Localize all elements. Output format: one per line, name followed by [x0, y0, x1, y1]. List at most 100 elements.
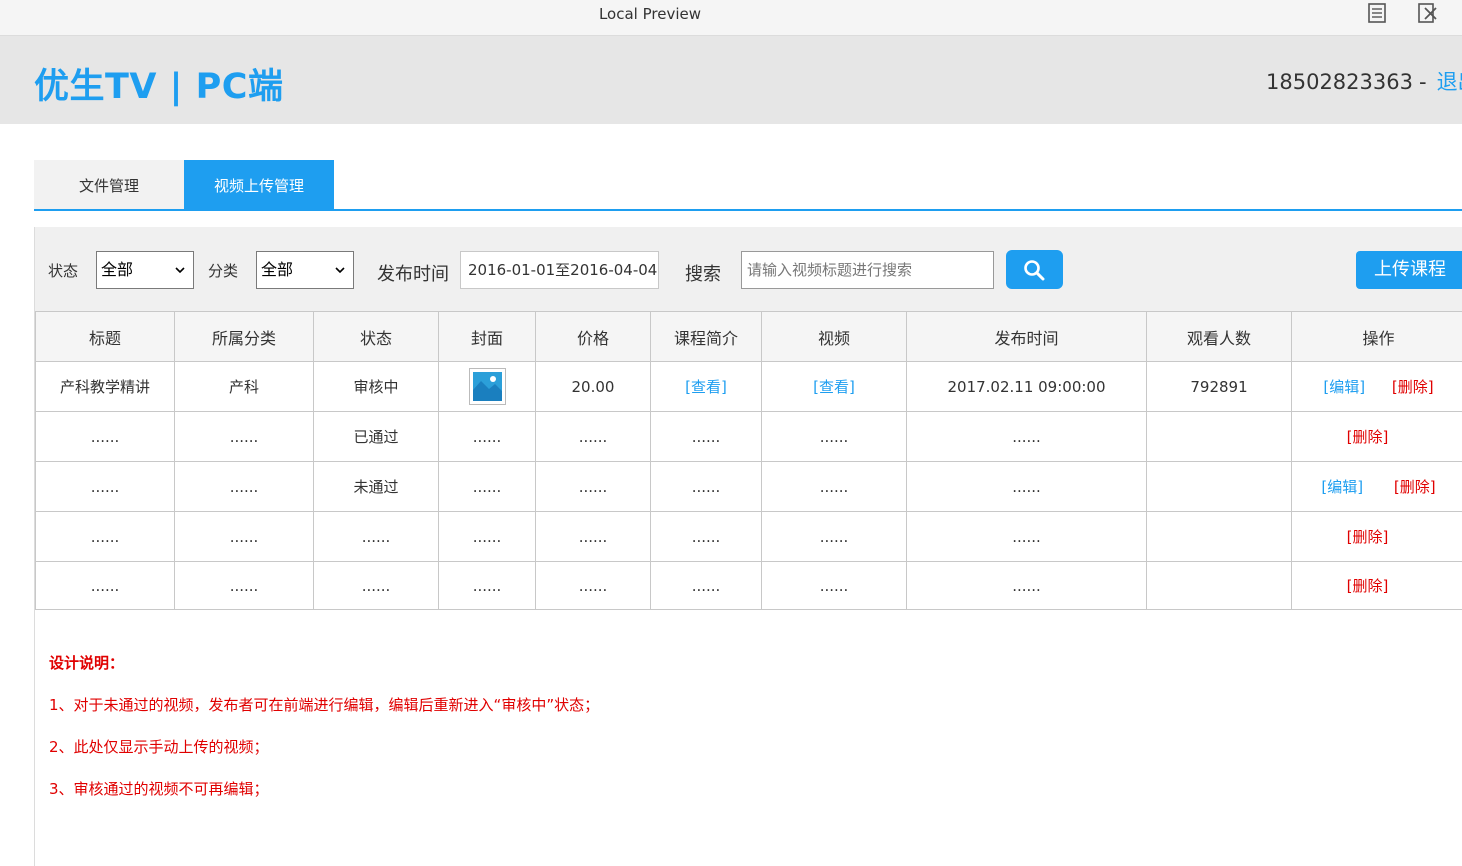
view-intro-link[interactable]: [查看]: [685, 378, 727, 396]
table-row: ...... ...... ...... ...... ...... .....…: [35, 561, 1462, 610]
tab-bar: 文件管理 视频上传管理: [34, 160, 1462, 211]
edit-link[interactable]: [编辑]: [1323, 378, 1365, 396]
delete-link[interactable]: [删除]: [1394, 478, 1436, 496]
cell-video: ......: [761, 561, 907, 610]
cell-intro: ......: [650, 561, 762, 610]
document-icon[interactable]: [1366, 3, 1388, 23]
table-row: 产科教学精讲 产科 审核中 20.00 [查看] [查看] 2017.02.11…: [35, 361, 1462, 412]
status-select-value: 全部: [101, 260, 134, 279]
cell-status: ......: [313, 561, 439, 610]
category-filter-label: 分类: [208, 262, 239, 280]
cell-operations: [删除]: [1291, 511, 1462, 562]
video-table: 标题 所属分类 状态 封面 价格 课程简介 视频 发布时间 观看人数 操作 产科…: [35, 311, 1462, 610]
cell-price: ......: [535, 411, 651, 462]
image-icon[interactable]: [468, 368, 506, 405]
user-separator: -: [1418, 70, 1427, 94]
cell-video: [查看]: [761, 361, 907, 412]
search-icon: [1024, 260, 1045, 281]
table-row: ...... ...... ...... ...... ...... .....…: [35, 511, 1462, 562]
column-header: 价格: [535, 311, 651, 362]
cell-views: 792891: [1146, 361, 1292, 412]
cell-category: ......: [174, 461, 314, 512]
cell-views: [1146, 461, 1292, 512]
app-header: 优生TV | PC端 18502823363-退出: [0, 36, 1462, 124]
cell-status: 未通过: [313, 461, 439, 512]
cell-video: ......: [761, 411, 907, 462]
column-header: 封面: [438, 311, 536, 362]
cell-price: ......: [535, 561, 651, 610]
cell-price: 20.00: [535, 361, 651, 412]
cell-cover: ......: [438, 561, 536, 610]
status-select[interactable]: 全部: [96, 251, 194, 289]
cell-views: [1146, 511, 1292, 562]
filter-bar: 状态 全部 分类 全部 发布时间 2016-01-01至2016-04-04 搜…: [35, 227, 1462, 311]
search-input[interactable]: 请输入视频标题进行搜索: [741, 251, 994, 289]
cell-publish-time: ......: [906, 511, 1147, 562]
cell-operations: [删除]: [1291, 411, 1462, 462]
cell-publish-time: 2017.02.11 09:00:00: [906, 361, 1147, 412]
cell-category: 产科: [174, 361, 314, 412]
column-header: 发布时间: [906, 311, 1147, 362]
cell-operations: [编辑] [删除]: [1291, 461, 1462, 512]
upload-course-button[interactable]: 上传课程: [1356, 251, 1462, 289]
column-header: 状态: [313, 311, 439, 362]
delete-link[interactable]: [删除]: [1347, 428, 1389, 446]
status-filter-label: 状态: [48, 262, 79, 280]
external-icon[interactable]: [1417, 3, 1439, 23]
cell-publish-time: ......: [906, 561, 1147, 610]
cell-cover: ......: [438, 411, 536, 462]
tab-file-management[interactable]: 文件管理: [34, 160, 184, 209]
cell-price: ......: [535, 511, 651, 562]
user-phone: 18502823363: [1266, 70, 1413, 94]
cell-publish-time: ......: [906, 411, 1147, 462]
cell-status: 审核中: [313, 361, 439, 412]
cell-title: ......: [35, 511, 175, 562]
column-header: 视频: [761, 311, 907, 362]
user-area: 18502823363-退出: [1266, 66, 1462, 96]
cell-views: [1146, 561, 1292, 610]
view-video-link[interactable]: [查看]: [813, 378, 855, 396]
tab-video-upload-management[interactable]: 视频上传管理: [184, 160, 334, 209]
cell-operations: [删除]: [1291, 561, 1462, 610]
column-header: 所属分类: [174, 311, 314, 362]
note-item: 2、此处仅显示手动上传的视频；: [49, 738, 269, 756]
table-row: ...... ...... 未通过 ...... ...... ...... .…: [35, 461, 1462, 512]
cell-cover: [438, 361, 536, 412]
cell-title: ......: [35, 561, 175, 610]
column-header: 课程简介: [650, 311, 762, 362]
cell-intro: ......: [650, 511, 762, 562]
cell-category: ......: [174, 411, 314, 462]
delete-link[interactable]: [删除]: [1347, 577, 1389, 595]
table-header-row: 标题 所属分类 状态 封面 价格 课程简介 视频 发布时间 观看人数 操作: [35, 311, 1462, 362]
notes-heading: 设计说明：: [49, 654, 125, 672]
window-title: Local Preview: [598, 5, 702, 23]
cell-publish-time: ......: [906, 461, 1147, 512]
category-select-value: 全部: [261, 260, 294, 279]
cell-category: ......: [174, 511, 314, 562]
cell-intro: ......: [650, 461, 762, 512]
cell-title: ......: [35, 411, 175, 462]
search-label: 搜索: [685, 264, 721, 285]
delete-link[interactable]: [删除]: [1347, 528, 1389, 546]
table-row: ...... ...... 已通过 ...... ...... ...... .…: [35, 411, 1462, 462]
category-select[interactable]: 全部: [256, 251, 354, 289]
cell-price: ......: [535, 461, 651, 512]
cell-title: ......: [35, 461, 175, 512]
logout-link[interactable]: 退出: [1437, 70, 1462, 94]
cell-cover: ......: [438, 511, 536, 562]
column-header: 标题: [35, 311, 175, 362]
main-panel: 状态 全部 分类 全部 发布时间 2016-01-01至2016-04-04 搜…: [34, 227, 1462, 866]
edit-link[interactable]: [编辑]: [1321, 478, 1363, 496]
search-button[interactable]: [1006, 250, 1063, 289]
brand-logo: 优生TV | PC端: [34, 67, 284, 107]
delete-link[interactable]: [删除]: [1392, 378, 1434, 396]
cell-intro: [查看]: [650, 361, 762, 412]
cell-video: ......: [761, 461, 907, 512]
cell-operations: [编辑] [删除]: [1291, 361, 1462, 412]
note-item: 1、对于未通过的视频，发布者可在前端进行编辑，编辑后重新进入“审核中”状态；: [49, 696, 600, 714]
preview-titlebar: Local Preview: [0, 0, 1462, 36]
chevron-down-icon: [335, 267, 345, 274]
publish-time-input[interactable]: 2016-01-01至2016-04-04: [460, 251, 659, 289]
cell-video: ......: [761, 511, 907, 562]
cell-title: 产科教学精讲: [35, 361, 175, 412]
